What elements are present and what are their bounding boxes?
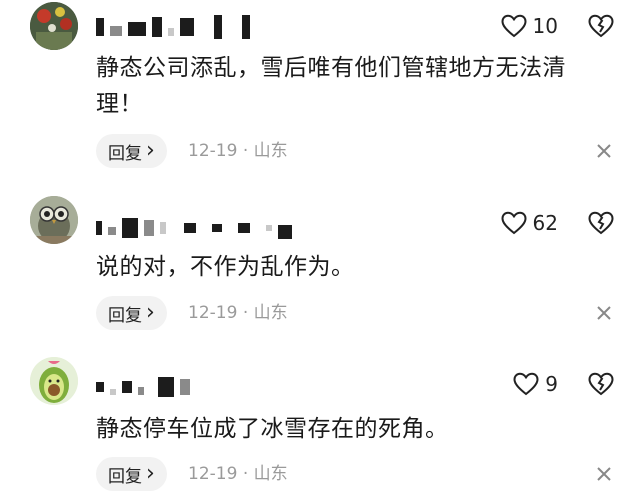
reply-button[interactable]: 回复 ›	[96, 457, 167, 491]
chevron-right-icon: ›	[146, 138, 155, 163]
heart-outline-icon	[513, 372, 539, 396]
meta-separator: ·	[242, 303, 249, 323]
broken-heart-icon[interactable]	[588, 371, 614, 397]
reply-label: 回复	[108, 466, 142, 487]
meta-separator: ·	[242, 141, 249, 161]
like-button[interactable]: 62	[501, 210, 558, 236]
chevron-right-icon: ›	[146, 300, 155, 325]
like-count: 10	[532, 14, 558, 38]
user-avatar[interactable]	[30, 196, 78, 244]
comment-location: 山东	[253, 303, 288, 323]
comment-meta: 12-19 · 山东	[188, 457, 288, 491]
comment-date: 12-19	[188, 464, 238, 484]
flower-photo-avatar-icon	[30, 2, 78, 50]
user-avatar[interactable]	[30, 357, 78, 405]
comment-text: 静态停车位成了冰雪存在的死角。	[96, 416, 449, 442]
heart-outline-icon	[501, 14, 527, 38]
comment-text: 说的对，不作为乱作为。	[96, 254, 355, 280]
comment-item: 10 静态公司添乱，雪后唯有他们管辖地方无法清理！ 回复 › 12-19 · 山…	[0, 0, 640, 170]
like-button[interactable]: 10	[501, 13, 558, 39]
heart-outline-icon	[501, 211, 527, 235]
close-x-icon[interactable]	[596, 466, 612, 482]
comment-location: 山东	[253, 141, 288, 161]
avocado-avatar-icon	[30, 357, 78, 405]
chevron-right-icon: ›	[146, 461, 155, 486]
comment-date: 12-19	[188, 303, 238, 323]
comment-meta: 12-19 · 山东	[188, 296, 288, 330]
close-x-icon[interactable]	[596, 305, 612, 321]
reply-label: 回复	[108, 143, 142, 164]
user-avatar[interactable]	[30, 2, 78, 50]
like-button[interactable]: 9	[513, 371, 558, 397]
meta-separator: ·	[242, 464, 249, 484]
owl-avatar-icon	[30, 196, 78, 244]
reply-button[interactable]: 回复 ›	[96, 296, 167, 330]
like-count: 62	[532, 211, 558, 235]
like-count: 9	[545, 372, 558, 396]
broken-heart-icon[interactable]	[588, 210, 614, 236]
comment-meta: 12-19 · 山东	[188, 134, 288, 168]
username-masked[interactable]	[96, 374, 190, 400]
comment-item: 9 静态停车位成了冰雪存在的死角。 回复 › 12-19 · 山东	[0, 354, 640, 501]
username-masked[interactable]	[96, 14, 250, 40]
reply-label: 回复	[108, 305, 142, 326]
comment-location: 山东	[253, 464, 288, 484]
reply-button[interactable]: 回复 ›	[96, 134, 167, 168]
comment-date: 12-19	[188, 141, 238, 161]
comment-item: 62 说的对，不作为乱作为。 回复 › 12-19 · 山东	[0, 193, 640, 343]
username-masked[interactable]	[96, 215, 292, 241]
broken-heart-icon[interactable]	[588, 13, 614, 39]
close-x-icon[interactable]	[596, 143, 612, 159]
comment-text: 静态公司添乱，雪后唯有他们管辖地方无法清理！	[96, 55, 566, 117]
